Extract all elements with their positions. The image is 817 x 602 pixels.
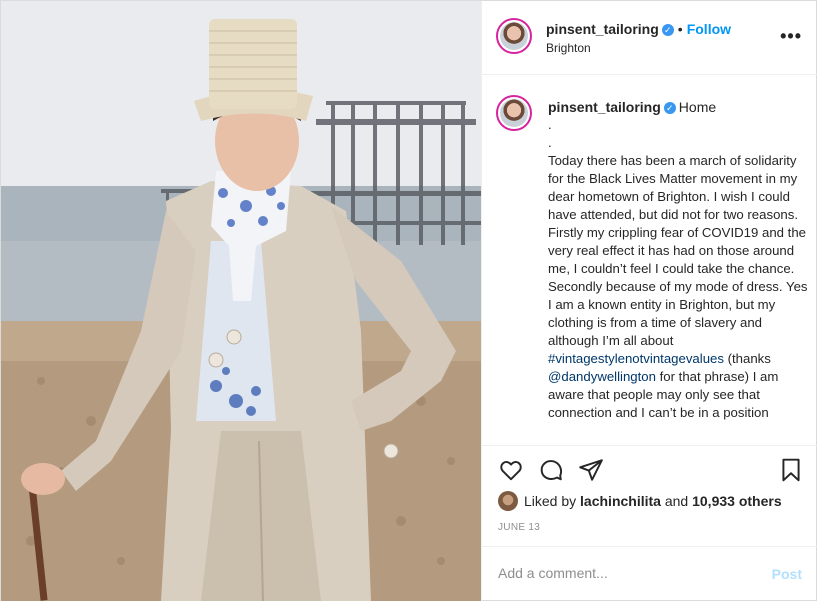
author-username[interactable]: pinsent_tailoring xyxy=(546,21,659,37)
comment-form: Post xyxy=(482,546,817,602)
post-sidebar: pinsent_tailoring ✓ • Follow Brighton ••• p… xyxy=(481,1,817,601)
instagram-post: pinsent_tailoring ✓ • Follow Brighton ••• p… xyxy=(0,0,817,601)
post-comment-button[interactable]: Post xyxy=(772,566,802,582)
liker-username[interactable]: lachinchilita xyxy=(580,493,661,509)
liker-avatar[interactable] xyxy=(498,491,518,511)
comment-input[interactable] xyxy=(498,565,748,581)
verified-badge-icon: ✓ xyxy=(663,102,676,114)
post-header: pinsent_tailoring ✓ • Follow Brighton ••• xyxy=(482,1,817,75)
caption-avatar[interactable] xyxy=(496,95,532,131)
header-title-row: pinsent_tailoring ✓ • Follow xyxy=(546,21,731,37)
caption-username[interactable]: pinsent_tailoring xyxy=(548,99,661,115)
more-options-icon[interactable]: ••• xyxy=(780,26,802,47)
comment-icon[interactable] xyxy=(538,457,564,483)
photo-illustration xyxy=(1,1,481,601)
post-date[interactable]: JUNE 13 xyxy=(498,522,540,533)
share-icon[interactable] xyxy=(578,457,604,483)
caption-paragraph: Today there has been a march of solidari… xyxy=(548,152,810,422)
separator-dot: • xyxy=(677,21,683,37)
action-bar xyxy=(482,447,817,491)
verified-badge-icon: ✓ xyxy=(661,24,674,36)
caption-text-part: Today there has been a march of solidari… xyxy=(548,153,808,348)
caption-header: pinsent_tailoring ✓ Home xyxy=(548,99,716,115)
author-avatar[interactable] xyxy=(496,18,532,54)
mention-link[interactable]: @dandywellington xyxy=(548,369,656,384)
likes-summary: Liked by lachinchilita and 10,933 others xyxy=(498,491,782,511)
location-link[interactable]: Brighton xyxy=(546,41,591,55)
likes-prefix: Liked by xyxy=(524,493,577,509)
follow-button[interactable]: Follow xyxy=(687,21,731,37)
caption-text: . . Today there has been a march of soli… xyxy=(548,116,810,422)
hashtag-link[interactable]: #vintagestylenotvintagevalues xyxy=(548,351,724,366)
likes-and: and xyxy=(664,493,689,509)
likes-count-link[interactable]: 10,933 others xyxy=(692,493,782,509)
caption-dot-line: . xyxy=(548,135,552,150)
heart-icon[interactable] xyxy=(498,457,524,483)
post-photo[interactable] xyxy=(1,1,481,601)
caption-dot-line: . xyxy=(548,117,552,132)
caption-home-text: Home xyxy=(678,99,717,115)
caption-text-part: (thanks xyxy=(723,351,771,366)
caption-section: pinsent_tailoring ✓ Home . . Today there h… xyxy=(482,76,817,446)
bookmark-icon[interactable] xyxy=(778,457,804,483)
